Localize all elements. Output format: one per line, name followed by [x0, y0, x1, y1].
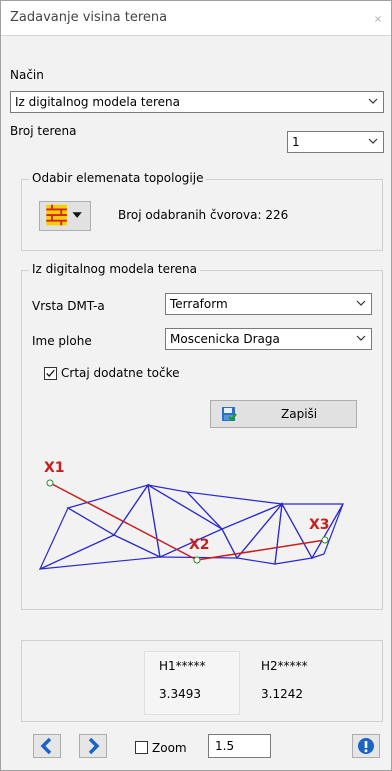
broj-terena-value: 1	[292, 135, 300, 149]
vrsta-dmt-label: Vrsta DMT-a	[32, 299, 105, 313]
chevron-down-icon	[368, 138, 378, 144]
ime-plohe-select[interactable]: Moscenicka Draga	[165, 328, 372, 350]
terrain-diagram: X1 X2 X3	[38, 460, 345, 571]
topology-group-title: Odabir elemenata topologije	[29, 171, 207, 185]
save-button[interactable]: Zapiši	[210, 400, 357, 428]
ime-plohe-label: Ime plohe	[32, 334, 92, 348]
h1-label: H1*****	[159, 659, 206, 673]
save-icon	[222, 407, 237, 422]
info-icon	[358, 738, 374, 754]
dialog-window: Zadavanje visina terena × Način Iz digit…	[0, 0, 392, 771]
topology-select-button[interactable]	[39, 201, 91, 231]
zoom-checkbox[interactable]	[135, 741, 148, 754]
label-x1: X1	[44, 460, 65, 476]
dialog-body: Način Iz digitalnog modela terena Broj t…	[1, 36, 391, 770]
nacin-value: Iz digitalnog modela terena	[15, 95, 180, 109]
nacin-select[interactable]: Iz digitalnog modela terena	[10, 91, 384, 113]
title-bar: Zadavanje visina terena ×	[1, 1, 391, 36]
label-x3: X3	[309, 517, 330, 533]
h2-value: 3.1242	[261, 687, 303, 701]
chevron-left-icon	[40, 737, 52, 755]
topology-group: Odabir elemenata topologije Broj odabran…	[21, 171, 383, 251]
previous-button[interactable]	[33, 734, 61, 758]
chevron-right-icon	[88, 737, 100, 755]
h2-label: H2*****	[261, 659, 308, 673]
point-x3	[321, 536, 329, 544]
chevron-down-icon	[356, 335, 366, 341]
ime-plohe-value: Moscenicka Draga	[170, 332, 280, 346]
close-button[interactable]: ×	[371, 13, 385, 27]
chevron-down-icon	[356, 300, 366, 306]
h1-value: 3.3493	[159, 687, 201, 701]
window-title: Zadavanje visina terena	[10, 10, 168, 25]
nacin-label: Način	[10, 68, 44, 82]
dmt-group: Iz digitalnog modela terena Vrsta DMT-a …	[21, 262, 383, 610]
topology-icon	[46, 204, 82, 226]
zoom-value: 1.5	[215, 739, 235, 753]
point-x2	[193, 556, 201, 564]
dmt-group-title: Iz digitalnog modela terena	[29, 262, 200, 276]
chevron-down-icon	[368, 98, 378, 104]
vrsta-dmt-select[interactable]: Terraform	[165, 293, 372, 315]
zoom-input[interactable]: 1.5	[208, 734, 271, 758]
save-label: Zapiši	[281, 407, 318, 421]
broj-terena-label: Broj terena	[10, 124, 77, 138]
info-button[interactable]	[352, 734, 380, 758]
heights-panel: H1***** 3.3493 H2***** 3.1242	[21, 640, 383, 722]
vrsta-dmt-value: Terraform	[170, 297, 228, 311]
next-button[interactable]	[79, 734, 107, 758]
crtaj-tocke-label: Crtaj dodatne točke	[61, 366, 180, 380]
checkmark-icon	[46, 369, 55, 377]
label-x2: X2	[189, 537, 210, 553]
broj-terena-select[interactable]: 1	[287, 131, 384, 153]
crtaj-tocke-checkbox[interactable]	[44, 367, 57, 380]
selected-nodes-text: Broj odabranih čvorova: 226	[118, 208, 289, 222]
point-x1	[46, 479, 54, 487]
zoom-label: Zoom	[152, 741, 187, 755]
